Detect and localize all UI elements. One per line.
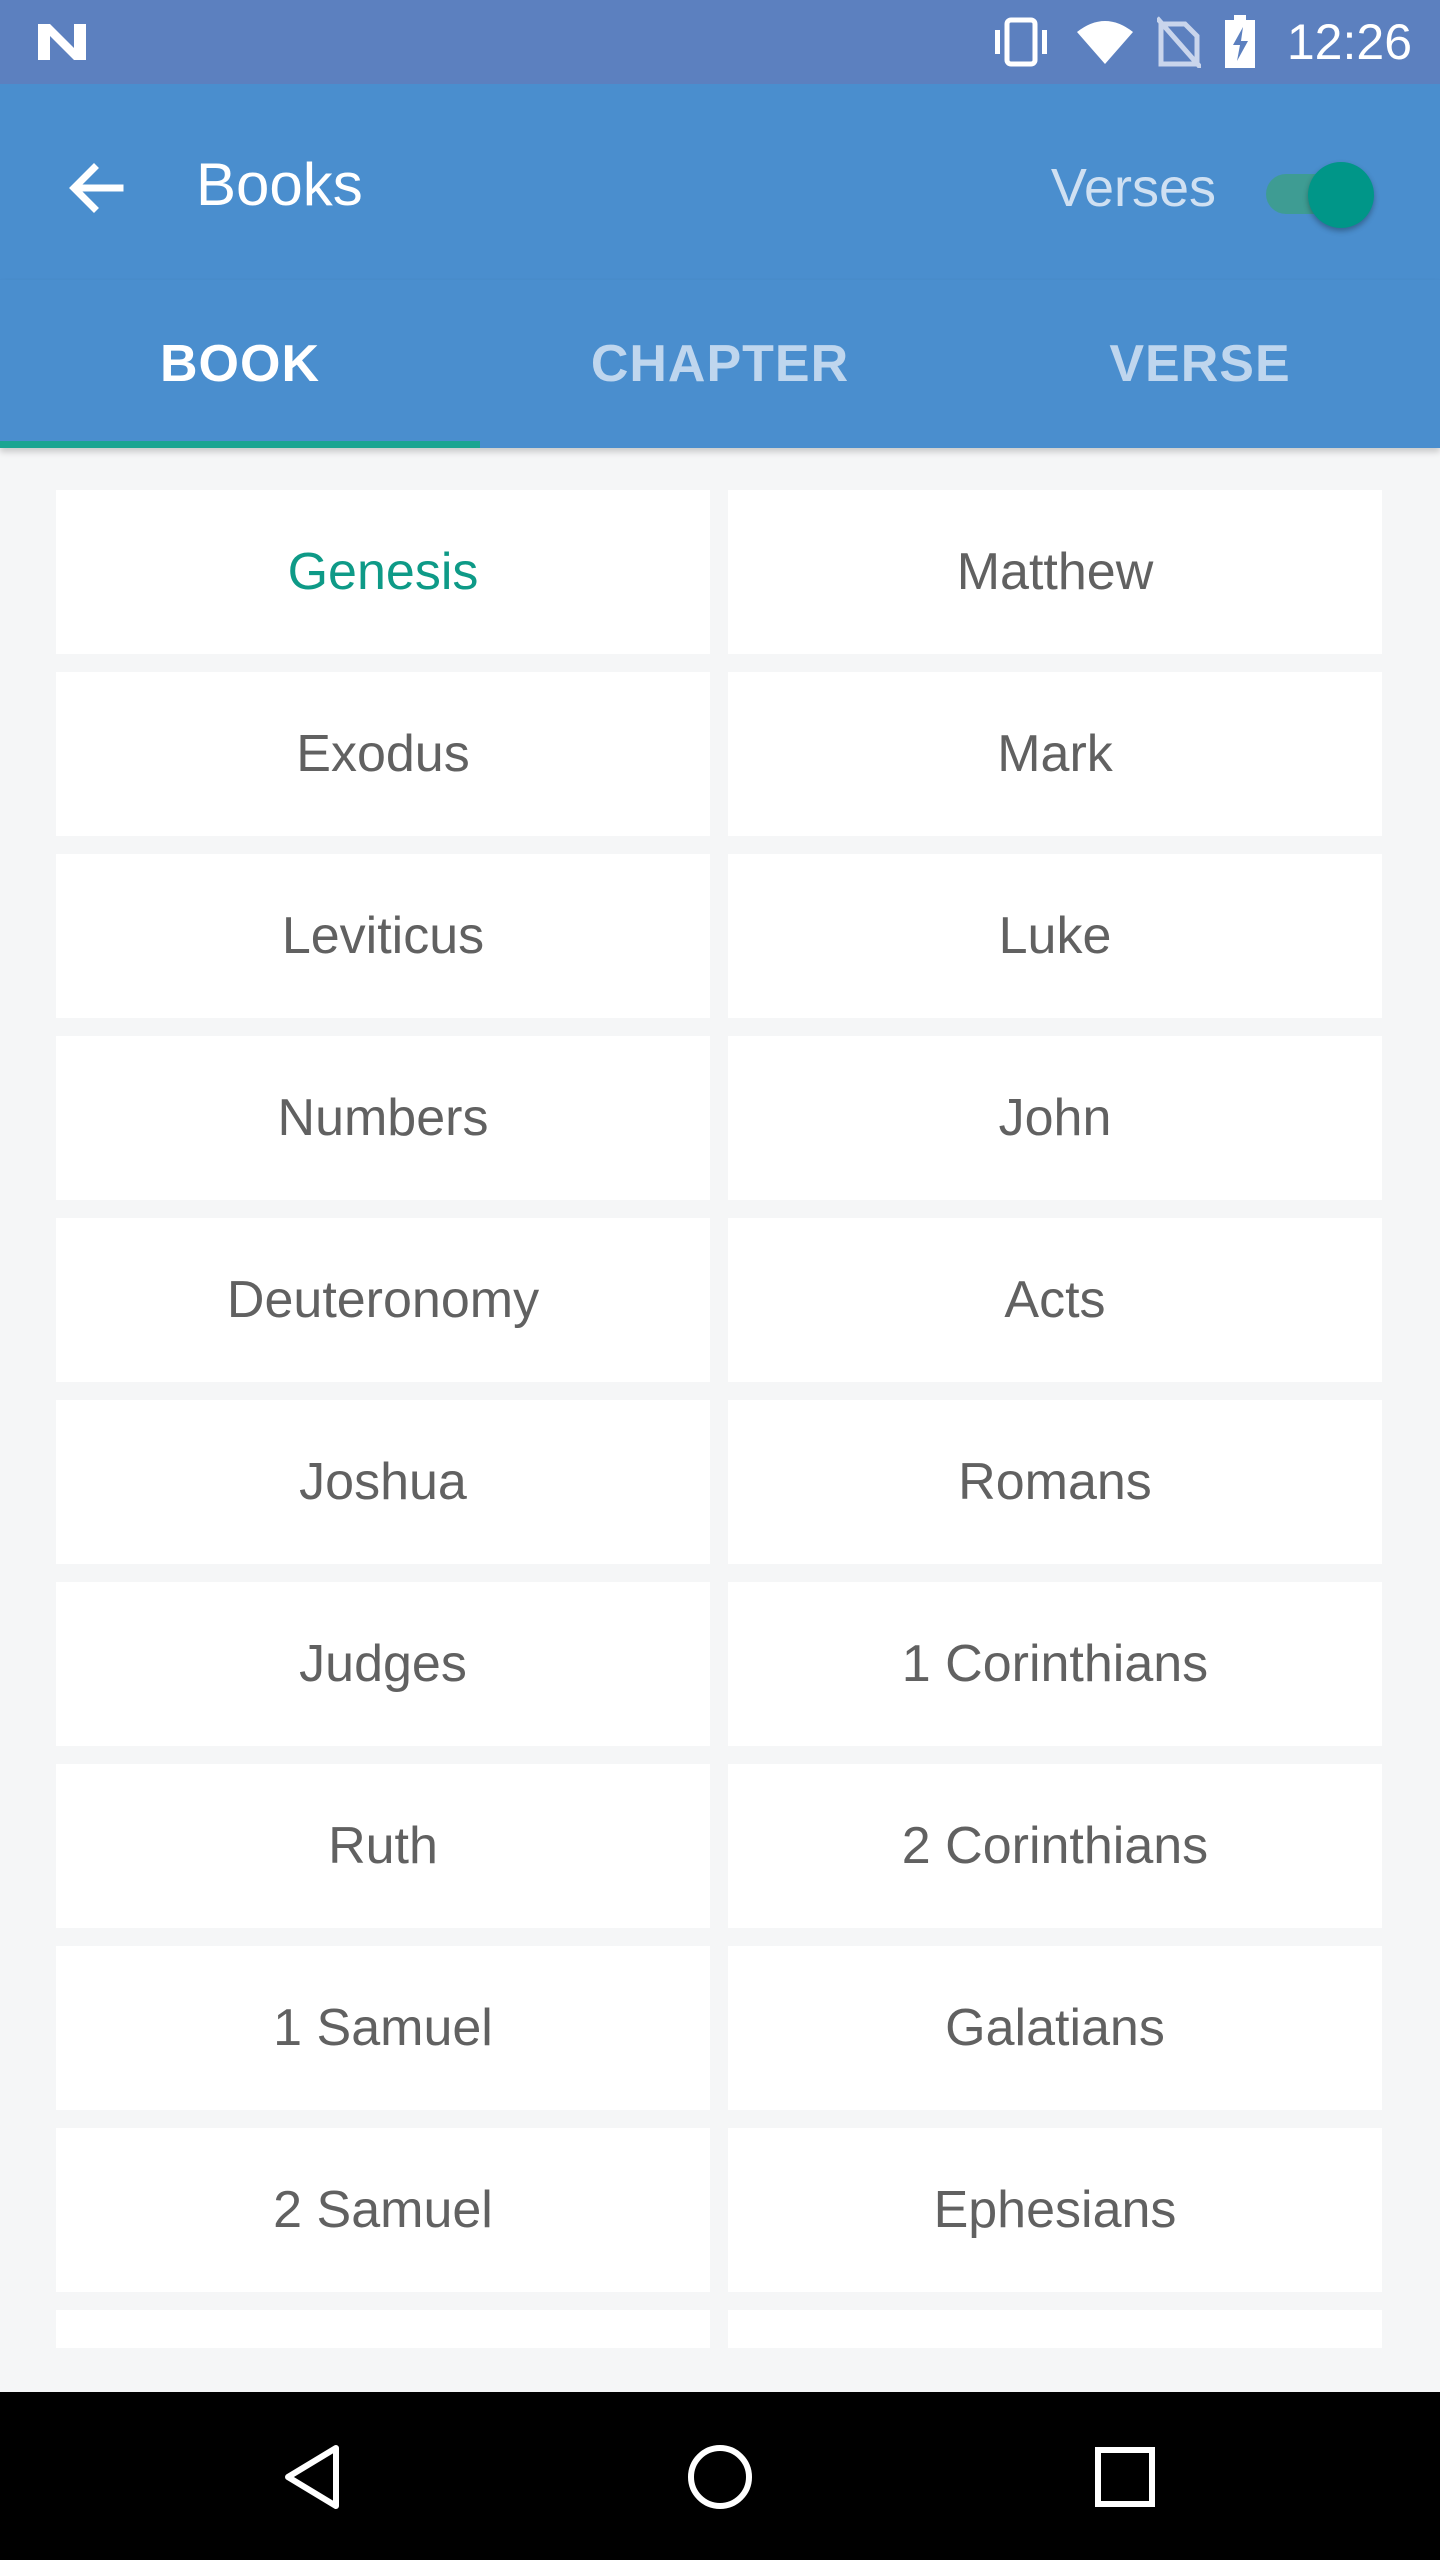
book-label: Joshua [299, 1453, 467, 1511]
verses-label: Verses [1050, 158, 1216, 218]
back-button[interactable] [52, 144, 140, 232]
app-bar: Books Verses [0, 84, 1440, 280]
book-cell[interactable] [56, 2310, 710, 2348]
book-cell[interactable]: Galatians [728, 1946, 1382, 2110]
book-label: Mark [997, 725, 1113, 783]
book-cell[interactable]: Deuteronomy [56, 1218, 710, 1382]
home-circle-icon [688, 2445, 752, 2509]
book-cell[interactable]: John [728, 1036, 1382, 1200]
nav-recents-button[interactable] [1080, 2432, 1170, 2522]
book-label: Galatians [945, 1999, 1165, 2057]
book-label: Numbers [277, 1089, 489, 1147]
tab-indicator [0, 441, 480, 448]
book-label: Ephesians [933, 2181, 1177, 2239]
book-cell[interactable]: Leviticus [56, 854, 710, 1018]
recents-square-icon [1095, 2447, 1155, 2507]
book-label: Deuteronomy [226, 1271, 540, 1329]
status-icons: 12:26 [989, 0, 1412, 84]
book-cell[interactable]: Genesis [56, 490, 710, 654]
book-cell[interactable]: Romans [728, 1400, 1382, 1564]
book-cell[interactable]: Mark [728, 672, 1382, 836]
battery-charging-icon [1224, 15, 1255, 68]
book-cell[interactable] [728, 2310, 1382, 2348]
book-label: Ruth [328, 1817, 438, 1875]
tab-verse[interactable]: VERSE [960, 280, 1440, 448]
back-triangle-icon [285, 2445, 339, 2509]
verses-toggle[interactable] [1256, 152, 1374, 228]
tab-chapter-label: CHAPTER [590, 335, 850, 393]
book-cell[interactable]: Numbers [56, 1036, 710, 1200]
book-label: Leviticus [281, 907, 485, 965]
book-label: Acts [1004, 1271, 1106, 1329]
book-label: Exodus [296, 725, 470, 783]
book-label: 2 Corinthians [901, 1817, 1209, 1875]
page-title: Books [196, 151, 363, 218]
tab-chapter[interactable]: CHAPTER [480, 280, 960, 448]
book-cell[interactable]: Exodus [56, 672, 710, 836]
book-cell[interactable]: Ephesians [728, 2128, 1382, 2292]
book-label: 1 Corinthians [901, 1635, 1209, 1693]
navigation-bar [0, 2392, 1440, 2560]
book-cell[interactable]: 2 Corinthians [728, 1764, 1382, 1928]
book-cell[interactable]: 2 Samuel [56, 2128, 710, 2292]
nav-home-button[interactable] [675, 2432, 765, 2522]
book-label: John [998, 1089, 1112, 1147]
book-cell[interactable]: Acts [728, 1218, 1382, 1382]
nav-back-button[interactable] [270, 2432, 360, 2522]
tab-book[interactable]: BOOK [0, 280, 480, 448]
book-label: Matthew [956, 543, 1154, 601]
book-cell[interactable]: Matthew [728, 490, 1382, 654]
book-label: Genesis [287, 543, 479, 601]
book-cell[interactable]: 1 Samuel [56, 1946, 710, 2110]
book-label: 1 Samuel [273, 1999, 493, 2057]
book-label: 2 Samuel [273, 2181, 493, 2239]
status-bar: 12:26 [0, 0, 1440, 84]
book-cell[interactable]: Joshua [56, 1400, 710, 1564]
book-label: Romans [958, 1453, 1152, 1511]
tab-book-label: BOOK [160, 335, 320, 393]
tab-bar: BOOK CHAPTER VERSE [0, 280, 1440, 448]
book-label: Luke [998, 907, 1112, 965]
vibrate-icon [994, 17, 1047, 67]
book-grid: Genesis Matthew Exodus Mark Leviticus Luke Num… [56, 490, 1384, 2348]
book-cell[interactable]: 1 Corinthians [728, 1582, 1382, 1746]
status-time: 12:26 [1286, 14, 1412, 70]
tab-verse-label: VERSE [1109, 335, 1291, 393]
book-cell[interactable]: Judges [56, 1582, 710, 1746]
wifi-icon [1076, 21, 1133, 64]
toggle-thumb [1308, 162, 1374, 228]
book-cell[interactable]: Ruth [56, 1764, 710, 1928]
no-sim-icon [1156, 16, 1201, 68]
book-cell[interactable]: Luke [728, 854, 1382, 1018]
notification-n-icon [38, 24, 86, 60]
book-label: Judges [299, 1635, 467, 1693]
arrow-back-icon [69, 163, 124, 213]
